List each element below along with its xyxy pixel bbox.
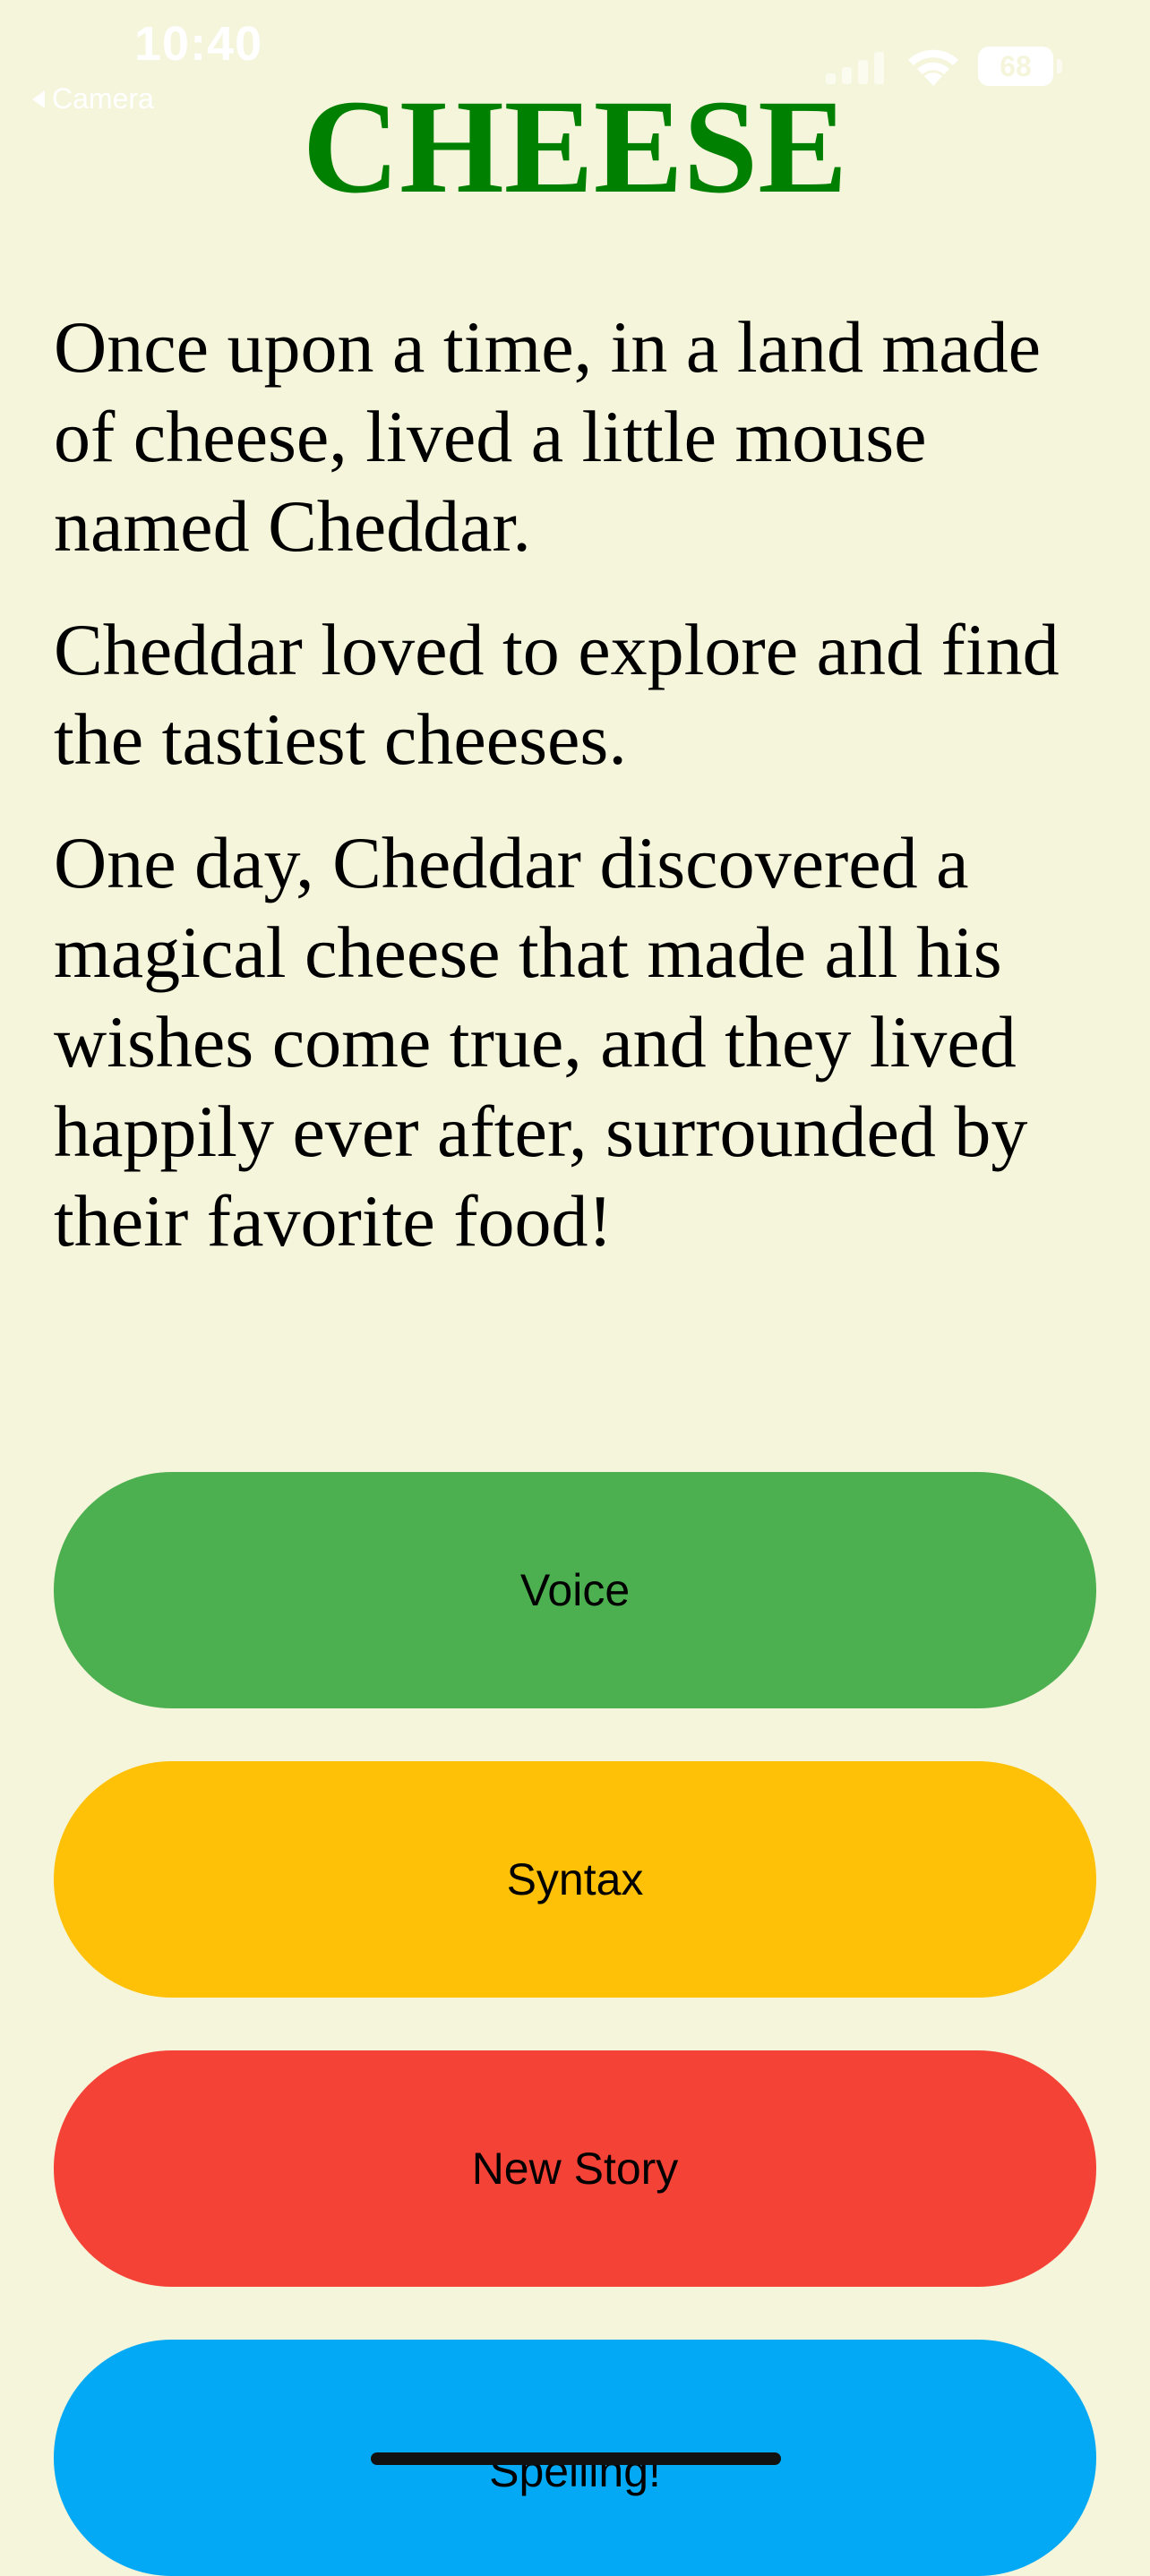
story-text: Once upon a time, in a land made of chee…	[54, 303, 1111, 1300]
battery-level: 68	[1000, 49, 1032, 82]
story-paragraph: Cheddar loved to explore and find the ta…	[54, 609, 1060, 780]
back-to-camera-link[interactable]: Camera	[32, 82, 154, 116]
back-app-label: Camera	[52, 82, 154, 115]
back-arrow-icon	[32, 90, 45, 108]
voice-button[interactable]: Voice	[54, 1472, 1096, 1708]
status-bar: 10:40 Camera 68	[0, 0, 1150, 125]
wifi-icon	[908, 49, 958, 86]
new-story-button[interactable]: New Story	[54, 2050, 1096, 2287]
status-time: 10:40	[134, 17, 263, 71]
syntax-button[interactable]: Syntax	[54, 1761, 1096, 1998]
story-paragraph: One day, Cheddar discovered a magical ch…	[54, 822, 1028, 1262]
story-paragraph: Once upon a time, in a land made of chee…	[54, 306, 1042, 567]
signal-icon	[826, 52, 884, 84]
home-indicator[interactable]	[371, 2452, 781, 2465]
battery-icon: 68	[978, 47, 1062, 86]
